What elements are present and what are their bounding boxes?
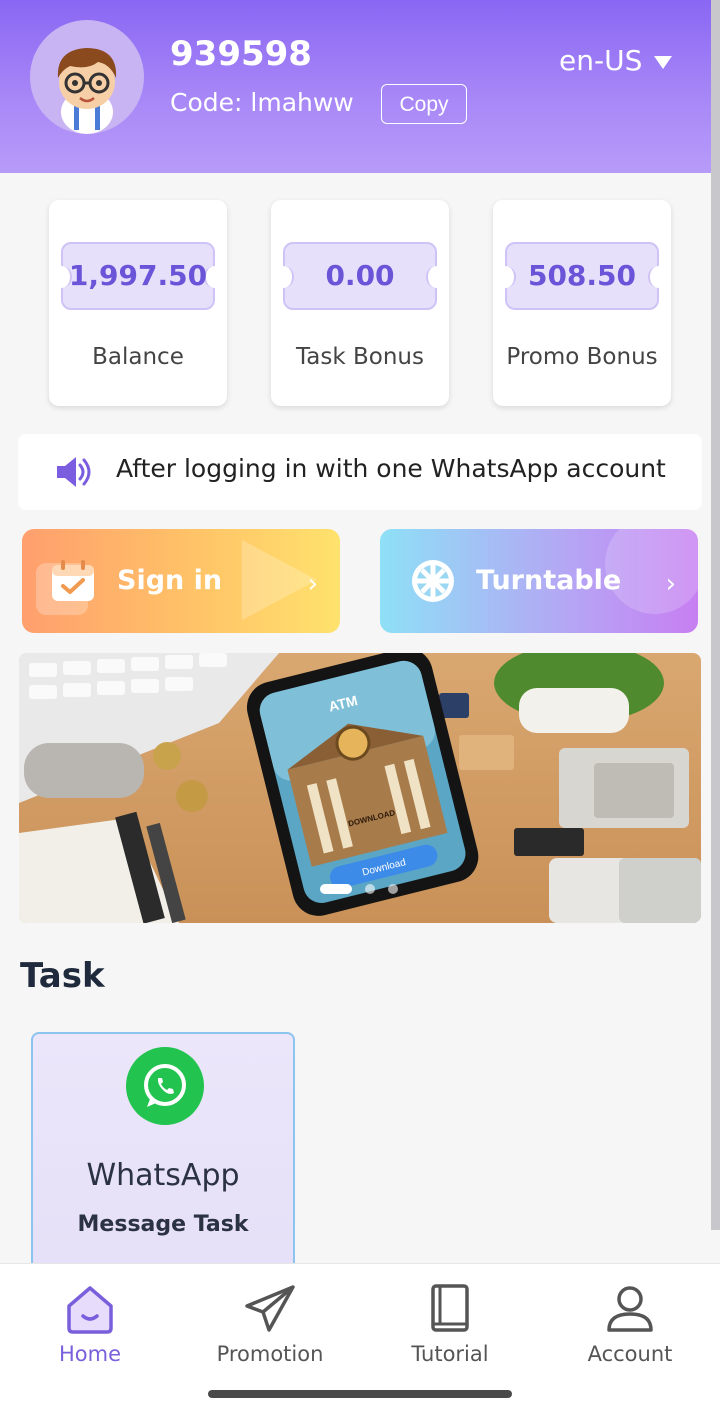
banner-image: ATM DOWNLOAD Download (19, 653, 701, 923)
cartoon-boy-avatar-icon (57, 48, 117, 134)
bottom-navigation: Home Promotion Tutorial Account (0, 1263, 720, 1411)
nav-tutorial[interactable]: Tutorial (370, 1282, 530, 1366)
sign-in-label: Sign in (117, 565, 223, 596)
whatsapp-task-card[interactable]: WhatsApp Message Task (31, 1032, 295, 1272)
invite-code-label: Code: (170, 88, 243, 117)
calendar-icon (52, 560, 94, 601)
home-indicator[interactable] (208, 1390, 512, 1398)
task-card-title: WhatsApp (86, 1158, 240, 1193)
nav-account-label: Account (587, 1342, 673, 1366)
nav-account[interactable]: Account (550, 1282, 710, 1366)
nav-tutorial-label: Tutorial (411, 1342, 489, 1366)
balance-value: 1,997.50 (68, 259, 208, 292)
nav-home-label: Home (58, 1342, 121, 1366)
copy-code-button[interactable]: Copy (381, 84, 467, 124)
wheel-icon (412, 560, 454, 602)
task-card-subtitle: Message Task (77, 1212, 249, 1237)
promo-banner[interactable]: ATM DOWNLOAD Download (19, 653, 701, 923)
speaker-icon (57, 457, 91, 487)
whatsapp-icon-badge (126, 1047, 204, 1125)
turntable-label: Turntable (476, 565, 622, 596)
balance-card[interactable]: 1,997.50 Balance (49, 200, 227, 406)
invite-code: Code: lmahww (170, 88, 354, 117)
user-id: 939598 (170, 34, 312, 74)
invite-code-value: lmahww (250, 88, 354, 117)
carousel-dot[interactable] (365, 884, 375, 894)
notice-text: After logging in with one WhatsApp accou… (116, 454, 666, 483)
promo-bonus-value: 508.50 (527, 259, 637, 292)
chevron-right-icon: › (307, 569, 318, 599)
promo-bonus-card[interactable]: 508.50 Promo Bonus (493, 200, 671, 406)
scrollbar[interactable] (711, 0, 720, 1230)
balance-label: Balance (92, 344, 184, 370)
user-icon (607, 1286, 653, 1332)
paper-plane-icon (245, 1285, 295, 1332)
chevron-right-icon: › (665, 569, 676, 599)
task-bonus-card[interactable]: 0.00 Task Bonus (271, 200, 449, 406)
sign-in-button[interactable]: Sign in › (22, 529, 340, 633)
language-selector[interactable]: en-US (559, 44, 642, 77)
task-bonus-label: Task Bonus (296, 344, 424, 370)
nav-promotion-label: Promotion (216, 1342, 324, 1366)
promo-bonus-label: Promo Bonus (506, 344, 658, 370)
whatsapp-icon (144, 1064, 186, 1107)
turntable-button[interactable]: Turntable › (380, 529, 698, 633)
caret-down-icon[interactable] (654, 56, 672, 69)
carousel-dot-active[interactable] (320, 884, 352, 894)
task-section-title: Task (20, 956, 105, 996)
carousel-dot[interactable] (388, 884, 398, 894)
notice-bar: After logging in with one WhatsApp accou… (18, 434, 702, 510)
nav-home[interactable]: Home (10, 1282, 170, 1366)
profile-header: 939598 Code: lmahww Copy en-US (0, 0, 720, 173)
avatar[interactable] (30, 20, 144, 134)
home-icon (67, 1286, 113, 1334)
book-icon (431, 1284, 469, 1332)
task-bonus-value: 0.00 (325, 259, 395, 292)
nav-promotion[interactable]: Promotion (190, 1282, 350, 1366)
